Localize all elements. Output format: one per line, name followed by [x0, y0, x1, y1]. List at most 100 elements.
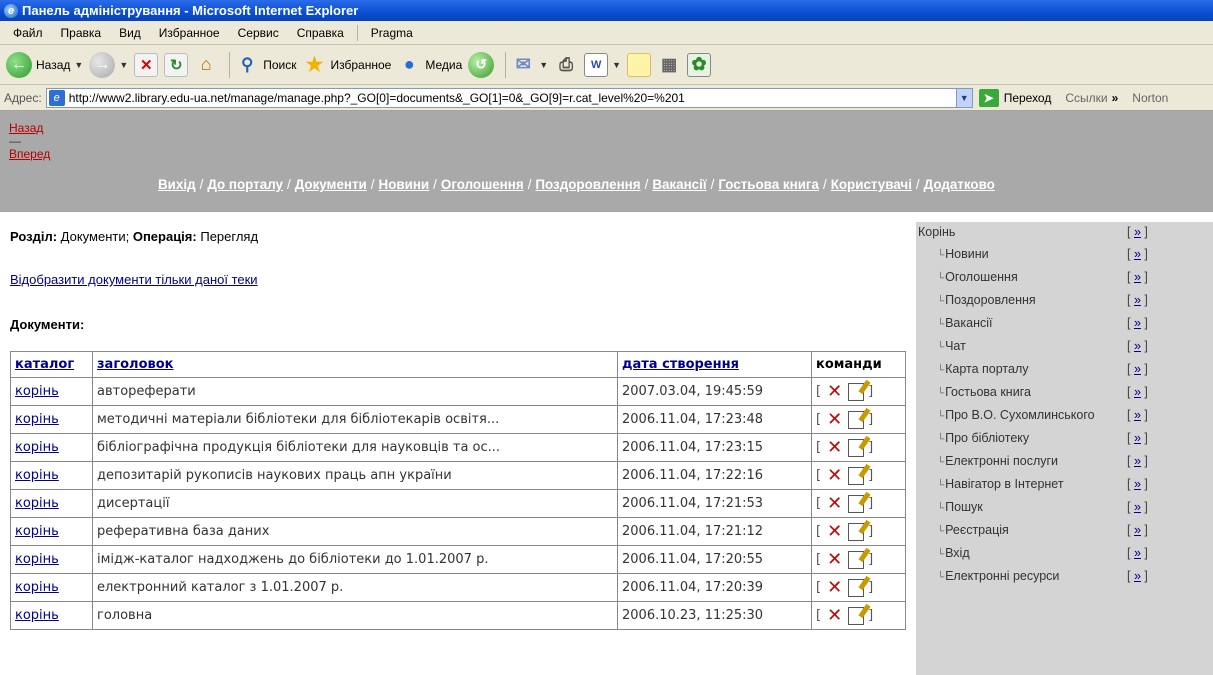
edit-icon[interactable]	[848, 522, 865, 541]
edit-icon[interactable]	[848, 606, 865, 625]
edit-icon[interactable]	[848, 466, 865, 485]
show-folder-docs-link[interactable]: Відобразити документи тільки даної теки	[10, 272, 258, 287]
menu-file[interactable]: Файл	[4, 26, 52, 40]
tree-item[interactable]: └Про В.О. Сухомлинського	[937, 408, 1095, 422]
menu-pragma[interactable]: Pragma	[362, 26, 422, 40]
menu-view[interactable]: Вид	[110, 26, 150, 40]
delete-icon[interactable]: ✕	[827, 522, 842, 541]
catalog-link[interactable]: корінь	[15, 412, 59, 427]
tree-item[interactable]: └Новини	[937, 247, 989, 261]
back-dropdown-icon[interactable]: ▼	[74, 60, 83, 70]
discuss-button[interactable]	[627, 52, 652, 77]
address-dropdown-icon[interactable]: ▼	[955, 88, 972, 107]
links-button[interactable]: Ссылки»	[1065, 91, 1118, 105]
tree-item[interactable]: └Поздоровлення	[937, 293, 1036, 307]
nav-link-extra[interactable]: Додатково	[924, 177, 995, 192]
norton-toolbar[interactable]: Norton	[1132, 91, 1168, 105]
tree-item[interactable]: └Електронні послуги	[937, 454, 1058, 468]
nav-forward-link[interactable]: Вперед	[9, 147, 50, 161]
tree-item[interactable]: └Пошук	[937, 500, 983, 514]
edit-word-button[interactable]: W ▼	[584, 52, 621, 77]
column-header-date[interactable]: дата створення	[617, 351, 812, 378]
tree-open-link[interactable]: »	[1134, 569, 1141, 583]
tree-item[interactable]: └Чат	[937, 339, 966, 353]
nav-link-guestbook[interactable]: Гостьова книга	[718, 177, 819, 192]
stop-button[interactable]: ✕	[134, 52, 159, 77]
tree-open-link[interactable]: »	[1134, 339, 1141, 353]
go-button[interactable]: Переход	[1004, 91, 1052, 105]
nav-link-users[interactable]: Користувачі	[831, 177, 912, 192]
edit-dropdown-icon[interactable]: ▼	[612, 60, 621, 70]
catalog-link[interactable]: корінь	[15, 580, 59, 595]
tree-item[interactable]: └Реєстрація	[937, 523, 1009, 537]
edit-icon[interactable]	[848, 578, 865, 597]
messenger-button[interactable]: ✿	[687, 52, 712, 77]
delete-icon[interactable]: ✕	[827, 466, 842, 485]
history-button[interactable]: ↺	[468, 51, 495, 78]
edit-icon[interactable]	[848, 494, 865, 513]
edit-icon[interactable]	[848, 438, 865, 457]
research-button[interactable]: ▦	[657, 53, 681, 77]
tree-open-link[interactable]: »	[1134, 431, 1141, 445]
tree-open-link[interactable]: »	[1134, 523, 1141, 537]
tree-open-link[interactable]: »	[1134, 408, 1141, 422]
delete-icon[interactable]: ✕	[827, 606, 842, 625]
column-header-title[interactable]: заголовок	[92, 351, 618, 378]
search-button[interactable]: ⚲ Поиск	[235, 53, 297, 77]
refresh-button[interactable]: ↻	[164, 52, 189, 77]
tree-open-link[interactable]: »	[1134, 477, 1141, 491]
delete-icon[interactable]: ✕	[827, 410, 842, 429]
edit-icon[interactable]	[848, 410, 865, 429]
catalog-link[interactable]: корінь	[15, 552, 59, 567]
tree-item[interactable]: └Оголошення	[937, 270, 1018, 284]
favorites-button[interactable]: ★ Избранное	[303, 53, 392, 77]
tree-open-link[interactable]: »	[1134, 500, 1141, 514]
catalog-link[interactable]: корінь	[15, 524, 59, 539]
forward-button[interactable]: → ▼	[89, 51, 128, 78]
nav-link-announcements[interactable]: Оголошення	[441, 177, 524, 192]
address-input[interactable]: e http://www2.library.edu-ua.net/manage/…	[45, 87, 973, 108]
tree-item[interactable]: └Навігатор в Інтернет	[937, 477, 1064, 491]
tree-open-link[interactable]: »	[1134, 247, 1141, 261]
tree-open-link[interactable]: »	[1134, 316, 1141, 330]
tree-open-link[interactable]: »	[1134, 293, 1141, 307]
delete-icon[interactable]: ✕	[827, 550, 842, 569]
catalog-link[interactable]: корінь	[15, 468, 59, 483]
media-button[interactable]: ● Медиа	[397, 53, 462, 77]
delete-icon[interactable]: ✕	[827, 382, 842, 401]
menu-tools[interactable]: Сервис	[229, 26, 288, 40]
nav-link-exit[interactable]: Вихід	[158, 177, 196, 192]
tree-open-link[interactable]: »	[1134, 454, 1141, 468]
go-arrow-icon[interactable]: ➤	[978, 88, 999, 107]
menu-help[interactable]: Справка	[288, 26, 353, 40]
catalog-link[interactable]: корінь	[15, 496, 59, 511]
tree-open-link[interactable]: »	[1134, 385, 1141, 399]
nav-back-link[interactable]: Назад	[9, 121, 50, 135]
tree-item[interactable]: └Вакансії	[937, 316, 992, 330]
nav-link-documents[interactable]: Документи	[295, 177, 367, 192]
delete-icon[interactable]: ✕	[827, 438, 842, 457]
tree-item[interactable]: └Про бібліотеку	[937, 431, 1029, 445]
home-button[interactable]: ⌂	[194, 53, 218, 77]
mail-dropdown-icon[interactable]: ▼	[539, 60, 548, 70]
print-button[interactable]: ⎙	[554, 53, 578, 77]
tree-item[interactable]: └Електронні ресурси	[937, 569, 1059, 583]
tree-item[interactable]: └Вхід	[937, 546, 970, 560]
nav-link-portal[interactable]: До порталу	[207, 177, 283, 192]
back-button[interactable]: ← Назад ▼	[6, 51, 83, 78]
catalog-link[interactable]: корінь	[15, 440, 59, 455]
tree-item[interactable]: └Гостьова книга	[937, 385, 1031, 399]
tree-open-link[interactable]: »	[1134, 362, 1141, 376]
nav-link-vacancies[interactable]: Вакансії	[652, 177, 706, 192]
delete-icon[interactable]: ✕	[827, 494, 842, 513]
menu-favorites[interactable]: Избранное	[150, 26, 229, 40]
edit-icon[interactable]	[848, 382, 865, 401]
tree-item[interactable]: └Карта порталу	[937, 362, 1029, 376]
mail-button[interactable]: ✉ ▼	[511, 53, 548, 77]
column-header-catalog[interactable]: каталог	[10, 351, 93, 378]
tree-open-link[interactable]: »	[1134, 270, 1141, 284]
tree-open-link[interactable]: »	[1134, 546, 1141, 560]
catalog-link[interactable]: корінь	[15, 384, 59, 399]
forward-dropdown-icon[interactable]: ▼	[119, 60, 128, 70]
edit-icon[interactable]	[848, 550, 865, 569]
